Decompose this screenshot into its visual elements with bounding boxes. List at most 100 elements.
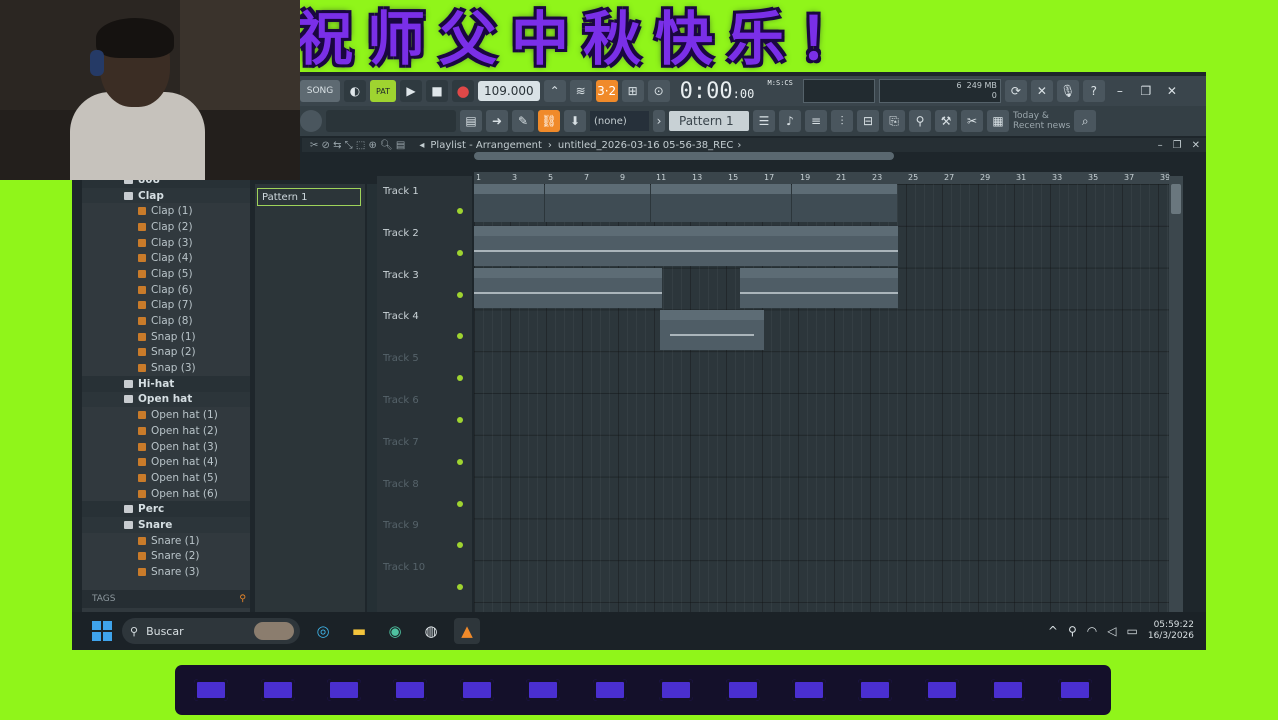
pattern-clip[interactable]: Pa...1: [791, 184, 827, 222]
fl-studio-icon[interactable]: ▲: [454, 618, 480, 644]
pattern-clip[interactable]: Pa...1: [579, 184, 615, 222]
close-icon[interactable]: ✕: [1161, 80, 1183, 102]
taskbar-clock[interactable]: 05:59:22 16/3/2026: [1148, 620, 1194, 642]
tools-icon[interactable]: ⚒: [935, 110, 957, 132]
pattern-clip[interactable]: Pa...1: [615, 184, 651, 222]
browser-file[interactable]: Clap (7): [82, 298, 250, 314]
pattern-clip[interactable]: Pa...1: [756, 184, 792, 222]
audio-clip[interactable]: untitled_2026-03-16 05-56-38_REC: [740, 268, 898, 308]
battery-icon[interactable]: ▭: [1127, 624, 1138, 638]
track-label[interactable]: Track 8: [383, 479, 419, 490]
browser-file[interactable]: Snap (3): [82, 360, 250, 376]
pattern-clip[interactable]: Pa...1: [827, 184, 862, 222]
plugin-picker-icon[interactable]: ⚲: [909, 110, 931, 132]
browser-file[interactable]: Clap (2): [82, 219, 250, 235]
arrow-tool-icon[interactable]: ➜: [486, 110, 508, 132]
track-mute-led[interactable]: [457, 458, 463, 465]
browser-file[interactable]: Snare (1): [82, 533, 250, 549]
tray-mic-icon[interactable]: ⚲: [1068, 624, 1077, 638]
browser-file[interactable]: Open hat (2): [82, 423, 250, 439]
playlist-vertical-scrollbar[interactable]: [1169, 176, 1183, 612]
browser-folder[interactable]: Snare: [82, 517, 250, 533]
playlist-maximize-icon[interactable]: ❐: [1173, 140, 1182, 151]
minimize-icon[interactable]: –: [1109, 80, 1131, 102]
track-label[interactable]: Track 3: [383, 270, 419, 281]
track-mute-led[interactable]: [457, 291, 463, 298]
master-volume-knob[interactable]: [300, 110, 322, 132]
browser-folder[interactable]: Clap: [82, 187, 250, 204]
track-label[interactable]: Track 1: [383, 186, 419, 197]
playlist-icon[interactable]: ☰: [753, 110, 775, 132]
step-edit-icon[interactable]: ⊞: [621, 80, 644, 102]
browser-tags-bar[interactable]: TAGS ⚲: [82, 590, 250, 608]
master-pitch-slider[interactable]: [326, 110, 456, 132]
stop-button[interactable]: ■: [426, 80, 448, 102]
edge-icon[interactable]: ◉: [382, 618, 408, 644]
playlist-grid[interactable]: Pa...1 Pa...1 Pa...1 Pa...1 Pa...1 Pa...1 Pa..…: [474, 184, 1169, 614]
mixer-icon[interactable]: ⫶: [831, 110, 853, 132]
pattern-selector-button[interactable]: Pattern 1: [669, 111, 749, 131]
record-button[interactable]: ●: [452, 80, 474, 102]
track-mute-led[interactable]: [457, 249, 463, 256]
audio-clip[interactable]: untitled_2026-0..16 05-49-46_REC: [636, 226, 776, 266]
track-mute-led[interactable]: [457, 333, 463, 340]
channel-rack-icon[interactable]: ≡: [805, 110, 827, 132]
pattern-clip[interactable]: Pa...1: [685, 184, 721, 222]
track-mute-led[interactable]: [457, 500, 463, 507]
playlist-close-icon[interactable]: ✕: [1192, 140, 1200, 151]
pattern-clip[interactable]: Pa...1: [650, 184, 686, 222]
browser-file[interactable]: Clap (1): [82, 203, 250, 219]
track-label[interactable]: Track 7: [383, 437, 419, 448]
obs-icon[interactable]: ◍: [418, 618, 444, 644]
snap-icon[interactable]: ◐: [344, 80, 366, 102]
pattern-select[interactable]: (none): [590, 111, 649, 131]
playlist-minimize-icon[interactable]: –: [1158, 140, 1163, 151]
pattern-clip[interactable]: Pa...1: [721, 184, 757, 222]
track-label[interactable]: Track 4: [383, 311, 419, 322]
project-icon[interactable]: ⎘: [883, 110, 905, 132]
help-icon[interactable]: ?: [1082, 80, 1105, 102]
pattern-clip[interactable]: Pa...1: [509, 184, 545, 222]
browser-file[interactable]: Clap (4): [82, 250, 250, 266]
stamp-tool-icon[interactable]: ⬇: [564, 110, 586, 132]
browser-file[interactable]: Open hat (5): [82, 470, 250, 486]
playlist-tools-icon[interactable]: ✂ ⊘ ⇆ ⤡ ⬚ ⊕ 🔍︎ ▤: [310, 140, 405, 151]
browser-file[interactable]: Clap (5): [82, 266, 250, 282]
draw-tool-icon[interactable]: ▤: [460, 110, 482, 132]
news-panel[interactable]: Today & Recent news: [1013, 111, 1070, 131]
play-button[interactable]: ▶: [400, 80, 422, 102]
pattern-song-toggle[interactable]: PAT: [370, 80, 396, 102]
pattern-clip[interactable]: Pa...1: [862, 184, 898, 222]
maximize-icon[interactable]: ❐: [1135, 80, 1157, 102]
browser-file[interactable]: Open hat (4): [82, 454, 250, 470]
track-mute-led[interactable]: [457, 375, 463, 382]
browser-file[interactable]: Snap (2): [82, 345, 250, 361]
track-mute-led[interactable]: [457, 584, 463, 591]
browser-folder[interactable]: Open hat: [82, 391, 250, 408]
track-mute-led[interactable]: [457, 417, 463, 423]
track-label[interactable]: Track 5: [383, 353, 419, 364]
track-mute-led[interactable]: [457, 542, 463, 549]
track-label[interactable]: Track 6: [383, 395, 419, 406]
link-tool-icon[interactable]: ⛓: [538, 110, 560, 132]
browser-icon[interactable]: ⊟: [857, 110, 879, 132]
piano-roll-icon[interactable]: ♪: [779, 110, 801, 132]
refresh-icon[interactable]: ⟳: [1004, 80, 1027, 102]
track-mute-led[interactable]: [457, 208, 463, 214]
file-explorer-icon[interactable]: ▬: [346, 618, 372, 644]
song-mode-button[interactable]: SONG: [300, 80, 340, 102]
picker-pattern-item[interactable]: Pattern 1: [257, 188, 361, 206]
microphone-icon[interactable]: 🎙: [1056, 80, 1079, 102]
browser-file[interactable]: Clap (6): [82, 282, 250, 298]
countdown-button[interactable]: 3·2: [595, 80, 618, 102]
edge-browser-icon[interactable]: ◎: [310, 618, 336, 644]
track-label[interactable]: Track 9: [383, 520, 419, 531]
browser-file[interactable]: Clap (8): [82, 313, 250, 329]
browser-file[interactable]: Snare (2): [82, 549, 250, 565]
browser-file[interactable]: Open hat (3): [82, 439, 250, 455]
time-display[interactable]: 0:00:00 M:S:CS: [674, 79, 799, 104]
playlist-nav-icon[interactable]: ◂: [419, 140, 424, 151]
browser-file[interactable]: Clap (3): [82, 235, 250, 251]
metronome-icon[interactable]: ⌃: [543, 80, 566, 102]
audio-clip[interactable]: untitled_2026-03-16 05-49-46_REC: [474, 226, 636, 266]
